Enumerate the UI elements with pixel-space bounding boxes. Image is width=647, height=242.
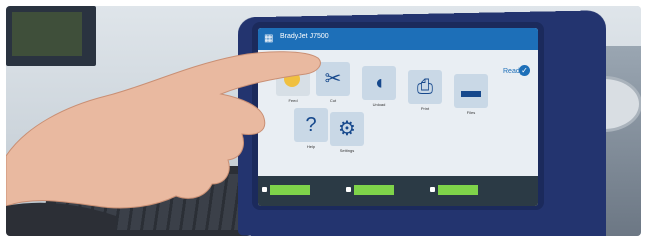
sleeve — [6, 202, 116, 236]
hand-skin — [6, 51, 321, 209]
pointing-hand — [6, 51, 321, 236]
photo-frame: ▦ BradyJet J7500 Ready ✓ Feed ✂ Cut ◖ Un… — [6, 6, 641, 236]
